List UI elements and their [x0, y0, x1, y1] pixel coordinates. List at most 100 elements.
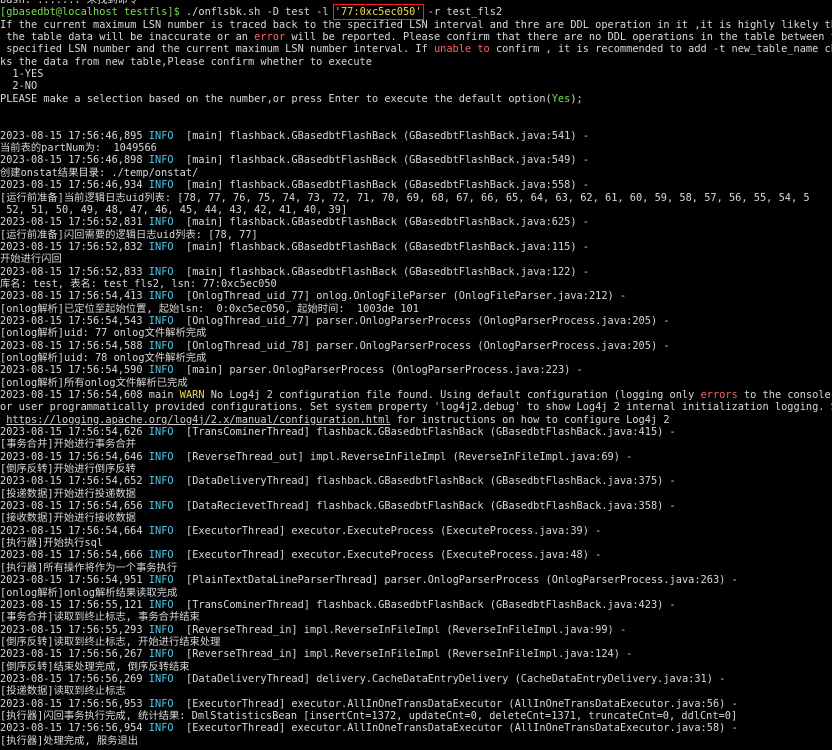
log-level-info: INFO: [148, 216, 174, 229]
terminal-line: [onlog解析]onlog解析结果读取完成: [0, 587, 832, 599]
log-level-info: INFO: [148, 598, 174, 611]
terminal-text: [main] flashback.GBasedbtFlashBack (GBas…: [173, 265, 589, 278]
terminal-text: [ExecutorThread] executor.AllInOneTransD…: [173, 697, 738, 710]
terminal-text: [main] flashback.GBasedbtFlashBack (GBas…: [173, 129, 589, 142]
error-keyword: errors: [700, 389, 738, 401]
terminal-line: PLEASE make a selection based on the num…: [0, 93, 832, 105]
terminal-line: 创建onstat结果目录: ./temp/onstat/: [0, 167, 832, 179]
terminal-line: 库名: test, 表名: test_fls2, lsn: 77:0xc5ec0…: [0, 278, 832, 290]
terminal-line: 2023-08-15 17:56:54,413 INFO [OnlogThrea…: [0, 290, 832, 302]
log-level-info: INFO: [148, 697, 174, 710]
terminal-text: Yes: [551, 92, 571, 105]
log-level-info: INFO: [148, 240, 174, 253]
log-level-info: INFO: [148, 450, 174, 463]
terminal-line: 2023-08-15 17:56:54,608 main WARN No Log…: [0, 389, 832, 401]
terminal-line: 1-YES: [0, 68, 832, 80]
terminal-text: 2023-08-15 17:56:54,656: [0, 500, 149, 513]
terminal-text: [执行器]处理完成, 服务退出: [0, 734, 139, 747]
terminal-text: 2023-08-15 17:56:56,269: [0, 672, 149, 685]
terminal-line: [gbasedbt@localhost testfls]$ ./onflsbk.…: [0, 4, 832, 21]
terminal-text: for instructions on how to configure Log…: [390, 413, 670, 426]
terminal-line: 2023-08-15 17:56:52,832 INFO [main] flas…: [0, 241, 832, 253]
terminal-line: 2023-08-15 17:56:46,895 INFO [main] flas…: [0, 130, 832, 142]
terminal-text: 2023-08-15 17:56:56,953: [0, 697, 149, 710]
terminal-text: PLEASE make a selection based on the num…: [0, 92, 552, 105]
terminal-text: 2-NO: [0, 80, 38, 93]
terminal-window[interactable]: bash: ....... 未找到命令 [gbasedbt@localhost t…: [0, 0, 832, 750]
terminal-text: or user programmatically provided config…: [0, 401, 832, 414]
terminal-line: 2023-08-15 17:56:54,652 INFO [DataDelive…: [0, 475, 832, 487]
terminal-text: 2023-08-15 17:56:54,588: [0, 339, 149, 352]
terminal-text: [ExecutorThread] executor.ExecuteProcess…: [173, 549, 602, 562]
terminal-text: [ExecutorThread] executor.AllInOneTransD…: [173, 722, 738, 735]
terminal-text: [OnlogThread_uid_78] parser.OnlogParserP…: [173, 339, 670, 352]
terminal-text: [main] flashback.GBasedbtFlashBack (GBas…: [173, 179, 589, 192]
terminal-text: [onlog解析]onlog解析结果读取完成: [0, 586, 178, 599]
terminal-line: 2023-08-15 17:56:52,833 INFO [main] flas…: [0, 266, 832, 278]
terminal-text: 2023-08-15 17:56:54,413: [0, 290, 149, 303]
terminal-line: [执行器]闪回事务执行完成, 统计结果: DmlStatisticsBean […: [0, 710, 832, 722]
terminal-text: 2023-08-15 17:56:52,832: [0, 240, 149, 253]
terminal-text: 当前表的partNum为: 1049566: [0, 142, 157, 155]
terminal-line: 开始进行闪回: [0, 253, 832, 265]
log-level-info: INFO: [148, 364, 174, 377]
terminal-line: [接收数据]开始进行接收数据: [0, 512, 832, 524]
terminal-text: [TransCominerThread] flashback.GBasedbtF…: [173, 426, 676, 439]
terminal-text: [运行前准备]当前逻辑日志uid列表: [78, 77, 76, 75, 74,…: [0, 191, 810, 204]
terminal-text: [ExecutorThread] executor.ExecuteProcess…: [173, 524, 602, 537]
terminal-text: 1-YES: [0, 68, 44, 81]
log-level-info: INFO: [148, 549, 174, 562]
log-level-info: INFO: [148, 129, 174, 142]
log-level-info: INFO: [148, 265, 174, 278]
terminal-text: 2023-08-15 17:56:56,267: [0, 648, 149, 661]
terminal-line: the table data will be inaccurate or an …: [0, 31, 832, 43]
terminal-line: 2-NO: [0, 80, 832, 92]
terminal-text: [PlainTextDataLineParserThread] parser.O…: [173, 574, 738, 587]
terminal-text: [OnlogThread_uid_77] parser.OnlogParserP…: [173, 314, 670, 327]
shell-prompt: [gbasedbt@localhost testfls]$: [0, 6, 186, 19]
error-keyword: unable to: [433, 43, 490, 56]
terminal-text: [投递数据]读取到终止标志: [0, 685, 126, 698]
terminal-line: 2023-08-15 17:56:54,543 INFO [OnlogThrea…: [0, 315, 832, 327]
terminal-text: [倒序反转]结束处理完成, 倒序反转结束: [0, 660, 190, 673]
terminal-line: [onlog解析]uid: 78 onlog文件解析完成: [0, 352, 832, 364]
log-level-warn: WARN: [179, 389, 205, 401]
terminal-text: confirm , it is recommended to add -t ne…: [489, 43, 832, 56]
config-doc-link[interactable]: https://logging.apache.org/log4j/2.x/man…: [6, 414, 390, 426]
terminal-line: or user programmatically provided config…: [0, 401, 832, 413]
terminal-text: 库名: test, 表名: test_fls2, lsn: 77:0xc5ec0…: [0, 277, 277, 290]
terminal-line: 2023-08-15 17:56:54,666 INFO [ExecutorTh…: [0, 549, 832, 561]
terminal-line: [投递数据]读取到终止标志: [0, 685, 832, 697]
terminal-text: to the console): [737, 389, 832, 401]
log-level-info: INFO: [148, 154, 174, 167]
terminal-line: [运行前准备]闪回需要的逻辑日志uid列表: [78, 77]: [0, 229, 832, 241]
terminal-text: 2023-08-15 17:56:55,121: [0, 598, 149, 611]
terminal-line: 2023-08-15 17:56:54,588 INFO [OnlogThrea…: [0, 340, 832, 352]
terminal-line: 2023-08-15 17:56:54,656 INFO [DataReciev…: [0, 500, 832, 512]
terminal-text: [onlog解析]uid: 77 onlog文件解析完成: [0, 327, 207, 340]
terminal-text: 2023-08-15 17:56:54,666: [0, 549, 149, 562]
terminal-line: 2023-08-15 17:56:54,646 INFO [ReverseThr…: [0, 451, 832, 463]
terminal-text: 2023-08-15 17:56:52,833: [0, 265, 149, 278]
terminal-text: 2023-08-15 17:56:55,293: [0, 623, 149, 636]
terminal-text: 2023-08-15 17:56:54,543: [0, 314, 149, 327]
terminal-text: the table data will be inaccurate or an: [0, 31, 255, 44]
terminal-line: 2023-08-15 17:56:55,121 INFO [TransComin…: [0, 599, 832, 611]
terminal-text: [main] parser.OnlogParserProcess (OnlogP…: [173, 364, 583, 377]
terminal-text: [DataDeliveryThread] delivery.CacheDataE…: [173, 672, 726, 685]
log-level-info: INFO: [148, 179, 174, 192]
terminal-text: [ReverseThread_in] impl.ReverseInFileImp…: [173, 648, 633, 661]
terminal-text: 2023-08-15 17:56:46,898: [0, 154, 149, 167]
terminal-line: 2023-08-15 17:56:52,831 INFO [main] flas…: [0, 216, 832, 228]
terminal-line: [投递数据]开始进行投递数据: [0, 488, 832, 500]
terminal-text: will be reported. Please confirm that th…: [285, 31, 832, 44]
terminal-text: [TransCominerThread] flashback.GBasedbtF…: [173, 598, 676, 611]
terminal-text: [onlog解析]已定位至起始位置, 起始lsn: 0:0xc5ec050, 起…: [0, 302, 419, 315]
terminal-line: 52, 51, 50, 49, 48, 47, 46, 45, 44, 43, …: [0, 204, 832, 216]
terminal-text: [执行器]所有操作将作为一个事务执行: [0, 561, 178, 574]
terminal-text: -r test_fls2: [421, 6, 503, 19]
terminal-line: [倒序反转]读取到终止标志, 开始进行结束处理: [0, 636, 832, 648]
terminal-line: 2023-08-15 17:56:46,934 INFO [main] flas…: [0, 179, 832, 191]
